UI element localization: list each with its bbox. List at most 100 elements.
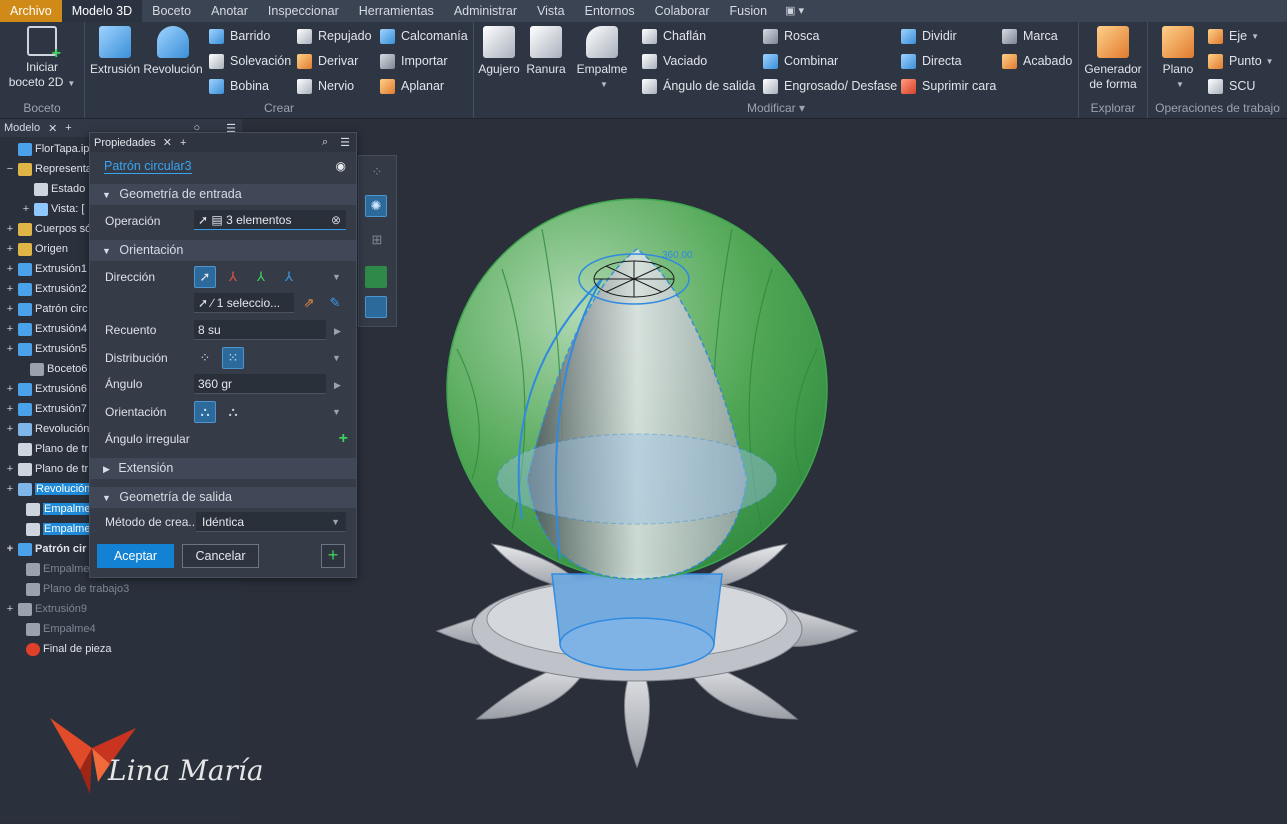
add-tab-icon[interactable]: + bbox=[175, 137, 191, 149]
expand-icon[interactable]: + bbox=[4, 283, 16, 295]
expand-icon[interactable]: + bbox=[20, 203, 32, 215]
browser-node[interactable]: − Representa bbox=[0, 159, 92, 179]
section-geometria-entrada[interactable]: ▼ Geometría de entrada bbox=[90, 184, 356, 205]
menu-archivo[interactable]: Archivo bbox=[0, 0, 62, 22]
empalme-button[interactable]: Empalme ▼ bbox=[574, 26, 630, 92]
tab-colaborar[interactable]: Colaborar bbox=[645, 0, 720, 22]
derivar-button[interactable]: Derivar bbox=[297, 51, 358, 71]
barrido-button[interactable]: Barrido bbox=[209, 26, 270, 46]
y-axis-icon[interactable]: ⅄ bbox=[250, 266, 272, 288]
solevacion-button[interactable]: Solevación bbox=[209, 51, 291, 71]
tab-inspeccionar[interactable]: Inspeccionar bbox=[258, 0, 349, 22]
revolucion-button[interactable]: Revolución bbox=[143, 26, 203, 77]
browser-node[interactable]: FlorTapa.ipt bbox=[0, 139, 92, 159]
tab-boceto[interactable]: Boceto bbox=[142, 0, 201, 22]
tab-herramientas[interactable]: Herramientas bbox=[349, 0, 444, 22]
recuento-field[interactable]: 8 su bbox=[194, 320, 326, 340]
calcomania-button[interactable]: Calcomanía bbox=[380, 26, 468, 46]
visibility-eye-icon[interactable]: ◉ bbox=[336, 159, 346, 173]
acabado-button[interactable]: Acabado bbox=[1002, 51, 1072, 71]
orientacion-dropdown-icon[interactable]: ▼ bbox=[332, 407, 341, 417]
browser-node[interactable]: + Extrusión5 bbox=[0, 339, 87, 359]
expand-icon[interactable]: + bbox=[4, 463, 16, 475]
expand-icon[interactable]: + bbox=[4, 303, 16, 315]
direccion-dropdown-icon[interactable]: ▼ bbox=[332, 272, 341, 282]
chaflan-button[interactable]: Chaflán bbox=[642, 26, 706, 46]
sketch-pattern-icon[interactable]: ⊞ bbox=[367, 232, 387, 252]
generador-forma-button[interactable]: Generador de forma bbox=[1081, 26, 1145, 92]
browser-node[interactable]: + Extrusión2 bbox=[0, 279, 87, 299]
direction-select-icon[interactable]: ➚ bbox=[194, 266, 216, 288]
iniciar-boceto-2d-button[interactable]: + Iniciar boceto 2D ▼ bbox=[8, 26, 76, 91]
vaciado-button[interactable]: Vaciado bbox=[642, 51, 707, 71]
collapse-icon[interactable]: − bbox=[4, 163, 16, 175]
z-axis-icon[interactable]: ⅄ bbox=[278, 266, 300, 288]
fixed-orientation-icon[interactable]: ⛬ bbox=[222, 401, 244, 423]
aplanar-button[interactable]: Aplanar bbox=[380, 76, 444, 96]
expand-icon[interactable]: + bbox=[4, 343, 16, 355]
browser-node[interactable]: + Revolución bbox=[0, 419, 89, 439]
browser-node[interactable]: + Cuerpos só bbox=[0, 219, 91, 239]
tab-propiedades[interactable]: Propiedades bbox=[90, 137, 160, 149]
browser-node[interactable]: + Extrusión1 bbox=[0, 259, 87, 279]
directa-button[interactable]: Directa bbox=[901, 51, 962, 71]
menu-icon[interactable]: ☰ bbox=[340, 136, 350, 149]
section-orientacion[interactable]: ▼ Orientación bbox=[90, 240, 356, 261]
solid-select-icon[interactable] bbox=[365, 266, 387, 288]
scu-button[interactable]: SCU bbox=[1208, 76, 1255, 96]
plano-button[interactable]: Plano ▼ bbox=[1154, 26, 1202, 92]
edit-direction-icon[interactable]: ✎ bbox=[324, 292, 346, 314]
tab-vista[interactable]: Vista bbox=[527, 0, 575, 22]
browser-node[interactable]: + Patrón cir bbox=[0, 539, 86, 559]
angulo-arrow-icon[interactable]: ▶ bbox=[334, 380, 341, 391]
x-axis-icon[interactable]: ⅄ bbox=[222, 266, 244, 288]
search-icon[interactable]: ⌕ bbox=[322, 136, 328, 149]
combinar-button[interactable]: Combinar bbox=[763, 51, 838, 71]
distribucion-dropdown-icon[interactable]: ▼ bbox=[332, 353, 341, 363]
browser-node[interactable]: + Extrusión9 bbox=[0, 599, 87, 619]
expand-icon[interactable]: + bbox=[4, 403, 16, 415]
aceptar-button[interactable]: Aceptar bbox=[97, 544, 174, 568]
tab-modelo-3d[interactable]: Modelo 3D bbox=[61, 0, 143, 22]
section-geometria-salida[interactable]: ▼ Geometría de salida bbox=[90, 487, 356, 508]
browser-node[interactable]: Empalme3 bbox=[0, 559, 96, 579]
expand-icon[interactable]: + bbox=[4, 263, 16, 275]
tab-anotar[interactable]: Anotar bbox=[201, 0, 258, 22]
metodo-select[interactable]: Idéntica ▼ bbox=[196, 512, 346, 532]
browser-node[interactable]: + Revolución bbox=[0, 479, 92, 499]
tab-modelo[interactable]: Modelo bbox=[0, 122, 44, 134]
close-icon[interactable]: ✕ bbox=[160, 136, 175, 149]
agujero-button[interactable]: Agujero bbox=[476, 26, 522, 77]
distribution-incremental-icon[interactable]: ⁙ bbox=[222, 347, 244, 369]
expand-icon[interactable]: + bbox=[4, 243, 16, 255]
rectangular-pattern-icon[interactable]: ⁘ bbox=[367, 164, 387, 184]
graphics-viewport[interactable]: 360,00 bbox=[242, 119, 1287, 821]
feature-select-icon[interactable] bbox=[365, 296, 387, 318]
tab-entornos[interactable]: Entornos bbox=[575, 0, 645, 22]
browser-node[interactable]: Empalme4 bbox=[0, 619, 96, 639]
flip-direction-icon[interactable]: ⇗ bbox=[298, 292, 320, 314]
ribbon-options-toggle[interactable]: ▣ ▾ bbox=[777, 0, 812, 22]
punto-button[interactable]: Punto ▼ bbox=[1208, 51, 1274, 71]
ranura-button[interactable]: Ranura bbox=[524, 26, 568, 77]
expand-icon[interactable]: + bbox=[4, 483, 16, 495]
browser-node[interactable]: + Vista: [ bbox=[0, 199, 84, 219]
rosca-button[interactable]: Rosca bbox=[763, 26, 819, 46]
section-extension[interactable]: ▶ Extensión bbox=[90, 458, 356, 479]
nervio-button[interactable]: Nervio bbox=[297, 76, 354, 96]
angulo-salida-button[interactable]: Ángulo de salida bbox=[642, 76, 755, 96]
engrosado-button[interactable]: Engrosado/ Desfase bbox=[763, 76, 897, 96]
plano-dropdown-icon[interactable]: ▼ bbox=[1158, 77, 1202, 92]
browser-node[interactable]: + Origen bbox=[0, 239, 68, 259]
distribution-fit-icon[interactable]: ⁘ bbox=[194, 347, 216, 369]
circular-pattern-icon[interactable]: ✺ bbox=[365, 195, 387, 217]
direccion-selection-field[interactable]: ➚ ∕ 1 seleccio... bbox=[194, 293, 294, 313]
cancelar-button[interactable]: Cancelar bbox=[182, 544, 259, 568]
browser-node[interactable]: Boceto6 bbox=[0, 359, 87, 379]
add-tab-icon[interactable]: + bbox=[61, 122, 75, 134]
feature-name[interactable]: Patrón circular3 bbox=[104, 159, 192, 174]
browser-node[interactable]: Estado bbox=[0, 179, 85, 199]
operacion-field[interactable]: ➚ ▤ 3 elementos ⊗ bbox=[194, 210, 346, 230]
dividir-button[interactable]: Dividir bbox=[901, 26, 957, 46]
browser-node[interactable]: + Extrusión7 bbox=[0, 399, 87, 419]
